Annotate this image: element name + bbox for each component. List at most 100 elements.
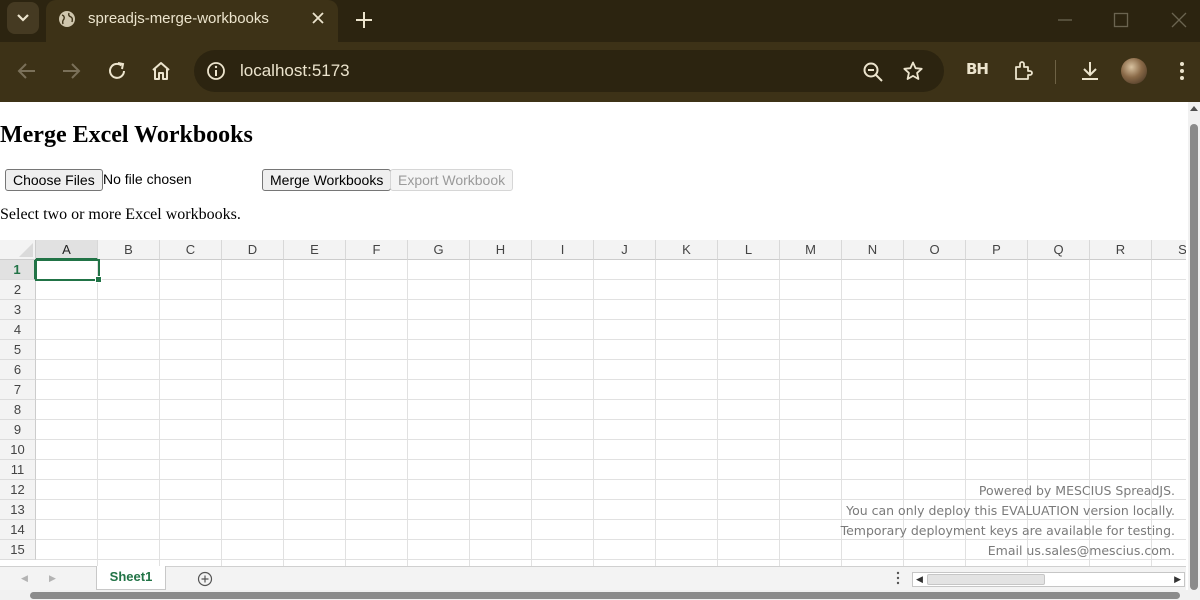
sheet-tab[interactable]: Sheet1 [96, 566, 166, 590]
row-header[interactable]: 10 [0, 440, 36, 460]
column-header[interactable]: P [966, 240, 1028, 260]
url-text[interactable]: localhost:5173 [240, 61, 350, 81]
horizontal-scrollbar[interactable]: ◀ ▶ [912, 572, 1185, 587]
tab-splitter-icon[interactable] [895, 570, 901, 586]
column-header[interactable]: Q [1028, 240, 1090, 260]
row-header[interactable]: 9 [0, 420, 36, 440]
row-header[interactable]: 11 [0, 460, 36, 480]
column-header[interactable]: J [594, 240, 656, 260]
row-header[interactable]: 6 [0, 360, 36, 380]
row-gridline [36, 279, 1186, 280]
row-gridline [36, 459, 1186, 460]
column-header[interactable]: H [470, 240, 532, 260]
merge-workbooks-button[interactable]: Merge Workbooks [262, 169, 392, 191]
column-header[interactable]: E [284, 240, 346, 260]
column-gridline [593, 260, 594, 566]
column-header[interactable]: D [222, 240, 284, 260]
column-header[interactable]: M [780, 240, 842, 260]
watermark-line: Email us.sales@mescius.com. [987, 543, 1175, 558]
column-header[interactable]: G [408, 240, 470, 260]
row-gridline [36, 439, 1186, 440]
row-header[interactable]: 15 [0, 540, 36, 560]
reload-icon[interactable] [106, 60, 128, 82]
column-header[interactable]: N [842, 240, 904, 260]
row-gridline [36, 379, 1186, 380]
row-header[interactable]: 1 [0, 260, 36, 280]
column-header[interactable]: I [532, 240, 594, 260]
page-hscroll-thumb[interactable] [30, 592, 1180, 599]
window-close-icon[interactable] [1169, 10, 1189, 30]
page-vertical-scrollbar[interactable] [1188, 102, 1200, 600]
column-gridline [965, 260, 966, 566]
browser-tab[interactable]: spreadjs-merge-workbooks [46, 0, 338, 42]
watermark-line: Temporary deployment keys are available … [840, 523, 1175, 538]
back-icon[interactable] [16, 60, 38, 82]
column-header[interactable]: F [346, 240, 408, 260]
row-gridline [36, 359, 1186, 360]
spreadsheet[interactable]: A B C D E F G H I J K L M N O P Q R S 1 2 3 4 5 6 7 8 9 10 11 12 13 14 15… [0, 240, 1186, 566]
column-gridline [1151, 260, 1152, 566]
zoom-out-icon[interactable] [862, 61, 884, 83]
row-header[interactable]: 7 [0, 380, 36, 400]
page-scroll-thumb[interactable] [1190, 124, 1198, 590]
extensions-icon[interactable] [1011, 59, 1035, 83]
row-header[interactable]: 13 [0, 500, 36, 520]
globe-icon [59, 11, 75, 27]
row-header[interactable]: 12 [0, 480, 36, 500]
column-header[interactable]: C [160, 240, 222, 260]
scroll-up-icon[interactable] [1190, 106, 1198, 111]
scroll-thumb[interactable] [927, 574, 1045, 585]
minimize-icon[interactable] [1055, 10, 1075, 30]
column-header[interactable]: O [904, 240, 966, 260]
row-header[interactable]: 2 [0, 280, 36, 300]
close-icon[interactable] [308, 8, 328, 28]
first-sheet-arrow-icon[interactable]: ◀ [21, 573, 31, 583]
select-all-corner[interactable] [0, 240, 36, 260]
active-cell-a1[interactable] [35, 259, 102, 283]
maximize-icon[interactable] [1111, 10, 1131, 30]
column-header[interactable]: L [718, 240, 780, 260]
row-gridline [36, 559, 1186, 560]
row-header[interactable]: 8 [0, 400, 36, 420]
column-gridline [779, 260, 780, 566]
plus-icon[interactable] [352, 8, 376, 32]
home-icon[interactable] [150, 60, 172, 82]
column-gridline [531, 260, 532, 566]
add-sheet-icon[interactable] [197, 571, 213, 587]
profile-avatar[interactable] [1121, 58, 1147, 84]
download-icon[interactable] [1078, 59, 1102, 83]
column-gridline [345, 260, 346, 566]
row-gridline [36, 319, 1186, 320]
column-gridline [159, 260, 160, 566]
column-gridline [655, 260, 656, 566]
watermark-line: Powered by MESCIUS SpreadJS. [978, 483, 1175, 498]
column-gridline [717, 260, 718, 566]
chevron-down-icon [17, 14, 29, 22]
site-info-icon[interactable] [206, 61, 226, 81]
toolbar-separator [1055, 60, 1056, 84]
bh-extension-button[interactable]: BH [966, 60, 989, 78]
row-header[interactable]: 4 [0, 320, 36, 340]
kebab-menu-icon[interactable] [1170, 59, 1194, 83]
page-horizontal-scrollbar[interactable] [0, 590, 1188, 600]
star-icon[interactable] [902, 60, 924, 82]
row-header[interactable]: 14 [0, 520, 36, 540]
row-header[interactable]: 3 [0, 300, 36, 320]
forward-icon[interactable] [60, 60, 82, 82]
scroll-left-icon[interactable]: ◀ [916, 574, 923, 585]
row-gridline [36, 399, 1186, 400]
column-header[interactable]: R [1090, 240, 1152, 260]
row-gridline [36, 419, 1186, 420]
column-gridline [1027, 260, 1028, 566]
row-header[interactable]: 5 [0, 340, 36, 360]
tab-search-button[interactable] [7, 2, 39, 34]
choose-files-button[interactable]: Choose Files [5, 169, 103, 191]
column-gridline [1089, 260, 1090, 566]
address-bar[interactable]: localhost:5173 [194, 50, 944, 92]
column-header[interactable]: K [656, 240, 718, 260]
column-header[interactable]: B [98, 240, 160, 260]
next-sheet-arrow-icon[interactable]: ▶ [49, 573, 59, 583]
scroll-right-icon[interactable]: ▶ [1174, 574, 1181, 585]
column-header[interactable]: S [1152, 240, 1186, 260]
column-header[interactable]: A [36, 240, 98, 260]
